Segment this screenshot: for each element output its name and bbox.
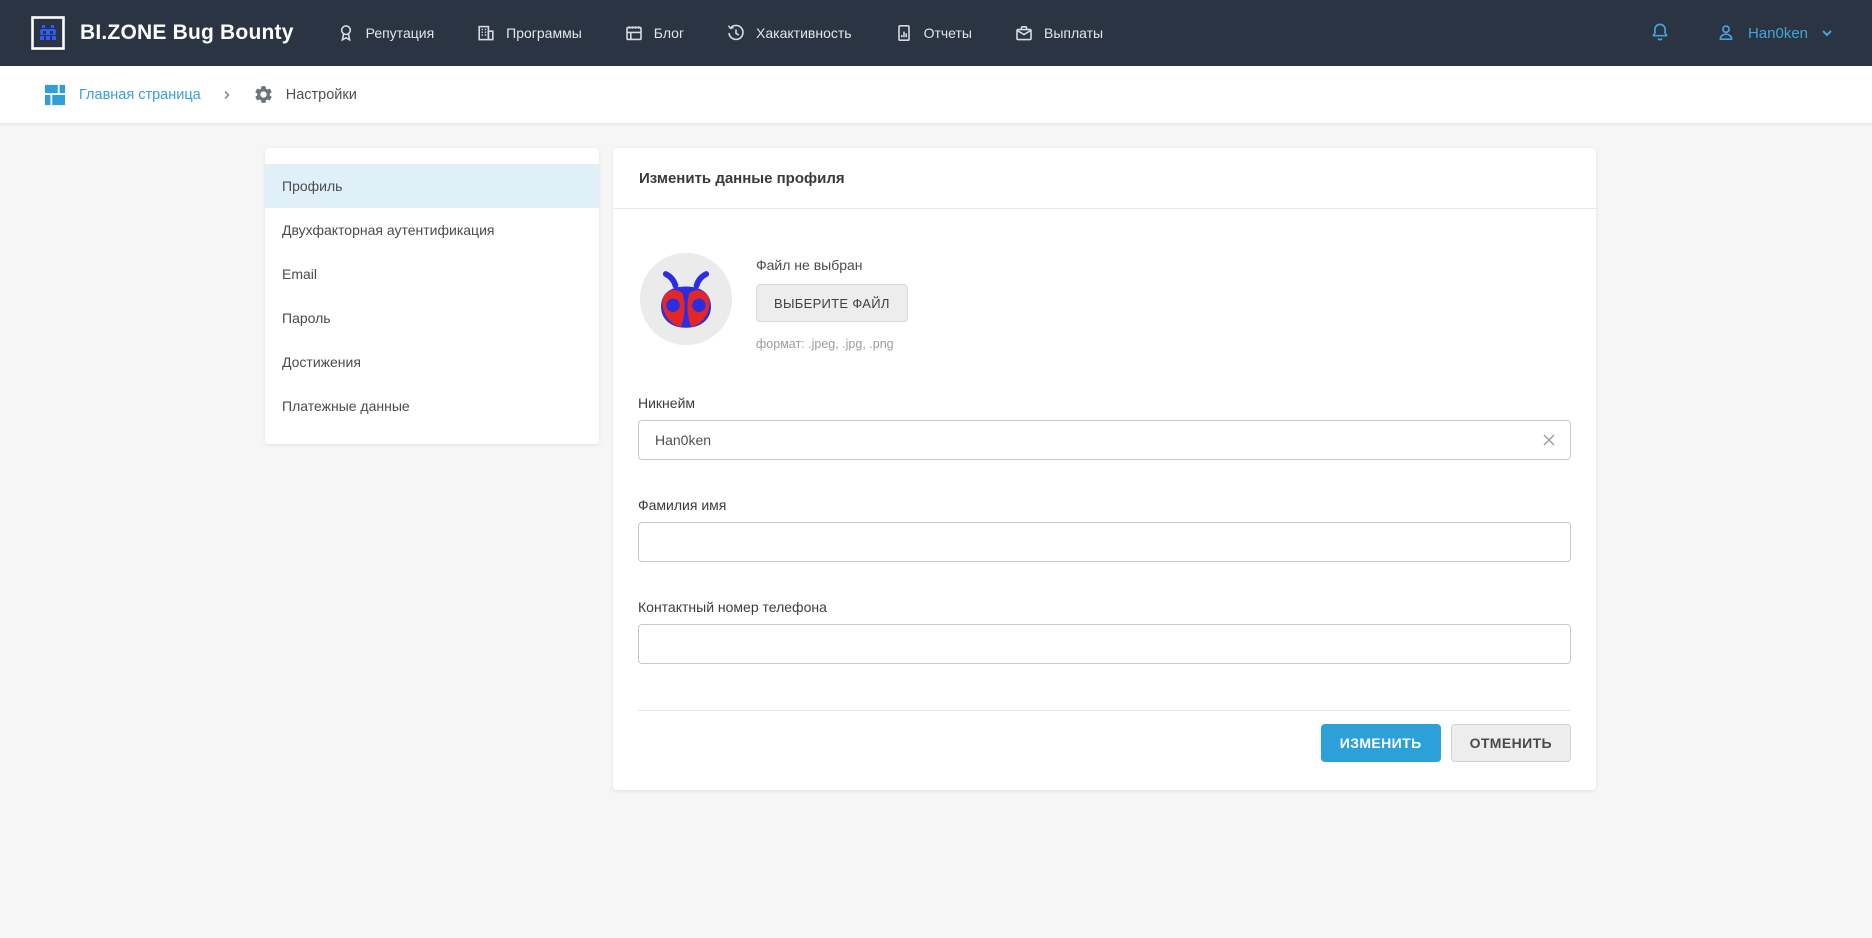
- nickname-label: Никнейм: [638, 395, 1571, 411]
- panel-body: Файл не выбран ВЫБЕРИТЕ ФАЙЛ формат: .jp…: [613, 251, 1596, 762]
- nav-item-blog[interactable]: Блог: [624, 23, 684, 43]
- gear-icon: [253, 84, 274, 105]
- fullname-input[interactable]: [638, 522, 1571, 562]
- notifications-button[interactable]: [1648, 21, 1672, 45]
- nav-label: Выплаты: [1044, 25, 1103, 41]
- sidebar-item-achievements[interactable]: Достижения: [265, 340, 599, 384]
- phone-input[interactable]: [638, 624, 1571, 664]
- file-upload-controls: Файл не выбран ВЫБЕРИТЕ ФАЙЛ формат: .jp…: [756, 251, 908, 351]
- sidebar-item-label: Пароль: [282, 310, 331, 326]
- nav-label: Программы: [506, 25, 582, 41]
- nav-label: Репутация: [366, 25, 435, 41]
- nav-label: Хакактивность: [756, 25, 852, 41]
- building-icon: [476, 23, 496, 43]
- nav-label: Блог: [654, 25, 684, 41]
- topbar-right: Han0ken: [1648, 21, 1842, 45]
- avatar-section: Файл не выбран ВЫБЕРИТЕ ФАЙЛ формат: .jp…: [638, 251, 1571, 351]
- panel-header: Изменить данные профиля: [613, 148, 1596, 209]
- nav-item-programs[interactable]: Программы: [476, 23, 582, 43]
- fullname-label: Фамилия имя: [638, 497, 1571, 513]
- choose-file-button[interactable]: ВЫБЕРИТЕ ФАЙЛ: [756, 284, 908, 322]
- nav-item-payments[interactable]: Выплаты: [1014, 23, 1103, 43]
- history-icon: [726, 23, 746, 43]
- phone-label: Контактный номер телефона: [638, 599, 1571, 615]
- sidebar-item-payment-data[interactable]: Платежные данные: [265, 384, 599, 428]
- cancel-button[interactable]: ОТМЕНИТЬ: [1451, 724, 1571, 762]
- breadcrumb: Главная страница Настройки: [0, 66, 1872, 124]
- dashboard-grid-icon: [44, 84, 66, 106]
- phone-field-wrap: [638, 624, 1571, 664]
- sidebar-item-password[interactable]: Пароль: [265, 296, 599, 340]
- clear-nickname-button[interactable]: [1537, 428, 1561, 452]
- user-menu[interactable]: Han0ken: [1714, 21, 1842, 45]
- sidebar-item-label: Двухфакторная аутентификация: [282, 222, 494, 238]
- bizone-bug-logo-icon: [30, 15, 66, 51]
- breadcrumb-separator-icon: [220, 88, 234, 102]
- nav-item-reputation[interactable]: Репутация: [336, 23, 435, 43]
- sidebar-item-two-factor[interactable]: Двухфакторная аутентификация: [265, 208, 599, 252]
- nav-item-reports[interactable]: Отчеты: [894, 23, 972, 43]
- panel-title: Изменить данные профиля: [639, 170, 845, 187]
- logo[interactable]: BI.ZONE Bug Bounty: [30, 15, 294, 51]
- sidebar-item-profile[interactable]: Профиль: [265, 164, 599, 208]
- breadcrumb-current-label: Настройки: [286, 87, 357, 103]
- user-icon: [1714, 21, 1738, 45]
- blog-icon: [624, 23, 644, 43]
- sidebar-item-label: Email: [282, 266, 317, 282]
- chevron-down-icon: [1818, 24, 1836, 42]
- file-format-hint: формат: .jpeg, .jpg, .png: [756, 337, 908, 351]
- medal-icon: [336, 23, 356, 43]
- sidebar-item-label: Платежные данные: [282, 398, 410, 414]
- topbar: BI.ZONE Bug Bounty Репутация Программы: [0, 0, 1872, 66]
- nav-item-hackactivity[interactable]: Хакактивность: [726, 23, 852, 43]
- submit-button[interactable]: ИЗМЕНИТЬ: [1321, 724, 1441, 762]
- profile-edit-panel: Изменить данные профиля Файл не выбран В…: [613, 148, 1596, 790]
- form-actions: ИЗМЕНИТЬ ОТМЕНИТЬ: [638, 724, 1571, 762]
- fullname-field-wrap: [638, 522, 1571, 562]
- report-icon: [894, 23, 914, 43]
- logo-text: BI.ZONE Bug Bounty: [80, 21, 294, 45]
- main-nav: Репутация Программы Блог: [336, 23, 1146, 43]
- nickname-field-wrap: [638, 420, 1571, 460]
- user-name: Han0ken: [1748, 25, 1808, 42]
- sidebar-item-email[interactable]: Email: [265, 252, 599, 296]
- breadcrumb-home-label: Главная страница: [79, 87, 201, 103]
- settings-sidebar: Профиль Двухфакторная аутентификация Ema…: [265, 148, 599, 444]
- content-area: Профиль Двухфакторная аутентификация Ema…: [0, 124, 1872, 938]
- breadcrumb-current: Настройки: [253, 84, 357, 105]
- nickname-input[interactable]: [638, 420, 1571, 460]
- payments-icon: [1014, 23, 1034, 43]
- ladybug-avatar: [638, 251, 734, 347]
- sidebar-item-label: Профиль: [282, 178, 342, 194]
- bell-icon: [1648, 21, 1672, 45]
- file-status-text: Файл не выбран: [756, 257, 908, 273]
- form-divider: [638, 710, 1571, 711]
- breadcrumb-home-link[interactable]: Главная страница: [44, 84, 201, 106]
- close-icon: [1540, 431, 1558, 449]
- sidebar-item-label: Достижения: [282, 354, 361, 370]
- nav-label: Отчеты: [924, 25, 972, 41]
